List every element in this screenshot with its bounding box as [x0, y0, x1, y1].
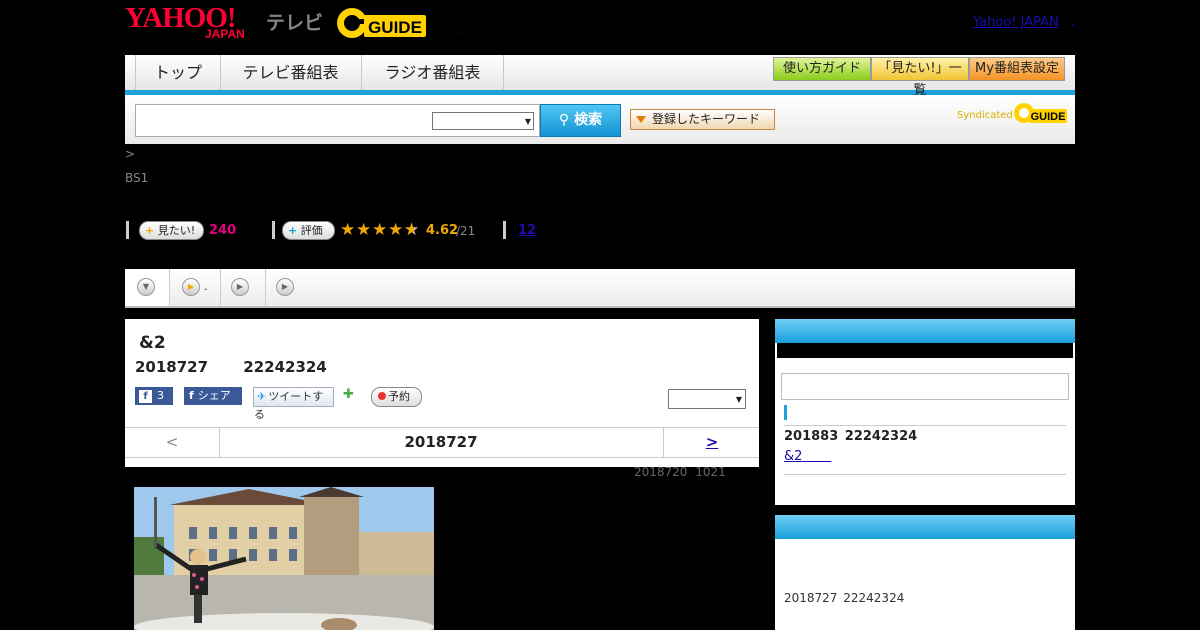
guide-button[interactable]: 使い方ガイド	[773, 57, 871, 81]
plus-icon: +	[145, 224, 155, 237]
want-button-label: 見たい!	[157, 224, 196, 237]
chevron-down-icon: ▼	[524, 117, 531, 126]
search-button[interactable]: ⚲ 検索	[540, 104, 621, 137]
header-dot-right: .	[1071, 15, 1076, 30]
pager-current-date: 2018727	[404, 433, 478, 451]
tweet-button[interactable]: ✈ ツイートする	[253, 387, 334, 421]
divider	[784, 425, 1066, 426]
main-nav: トップ テレビ番組表 ラジオ番組表 使い方ガイド 「見たい!」一覧 My番組表設…	[125, 55, 1075, 98]
twitter-icon: ✈	[257, 390, 267, 403]
star-icon: ★	[372, 220, 388, 240]
sidebar-next-link-text: &2	[784, 449, 803, 464]
update-timestamp: 2018720 1021	[634, 465, 726, 479]
gguide-small-logo: GUIDE	[1014, 103, 1067, 123]
record-icon	[378, 392, 386, 400]
want-button[interactable]: + 見たい!	[139, 221, 204, 240]
add-calendar-icon[interactable]: ✚	[343, 387, 359, 405]
breadcrumb: >	[125, 147, 136, 161]
saved-keywords-button[interactable]: 登録したキーワード	[630, 109, 775, 130]
program-card: &2 2018727 22242324 f3 f シェア ✈ ツイートする ✚ 予約…	[125, 319, 759, 467]
search-category-select[interactable]: ▼	[432, 112, 534, 130]
nav-tab-radio-listings[interactable]: ラジオ番組表	[362, 55, 504, 90]
program-photo[interactable]	[134, 487, 434, 630]
nav-tab-tv-listings[interactable]: テレビ番組表	[220, 55, 362, 90]
review-count-link[interactable]: 12	[518, 223, 536, 238]
rating-count: /21	[456, 224, 476, 238]
svg-text:GUIDE: GUIDE	[1031, 111, 1066, 123]
facebook-share-label: シェア	[197, 389, 231, 402]
my-listings-button[interactable]: My番組表設定	[969, 57, 1065, 81]
divider	[272, 221, 275, 239]
triangle-down-icon	[636, 116, 646, 123]
yahoo-japan-link[interactable]: Yahoo! JAPAN	[973, 15, 1059, 30]
star-half-fill: ★	[404, 221, 414, 239]
program-datetime: 2018727 22242324	[135, 358, 327, 376]
rate-button[interactable]: + 評価	[282, 221, 335, 240]
facebook-like-button[interactable]: f3	[135, 387, 173, 405]
star-icon: ★	[388, 220, 404, 240]
pager-next-link[interactable]: >	[663, 428, 760, 457]
plus-icon: +	[288, 224, 298, 237]
play-icon: ▶	[231, 278, 249, 296]
rate-button-label: 評価	[300, 224, 323, 237]
sidebar-panel-title-bar	[777, 343, 1073, 358]
search-area: ▼ ⚲ 検索 登録したキーワード Syndicated GUIDE	[125, 95, 1075, 144]
tab-second-label: .	[204, 280, 208, 293]
divider	[503, 221, 506, 239]
tab-second[interactable]: ▶ .	[170, 269, 221, 306]
play-icon: ▶	[182, 278, 200, 296]
sidebar-panel-header	[775, 515, 1075, 539]
tab-details[interactable]: ▼	[125, 269, 170, 306]
tab-fourth[interactable]: ▶	[266, 269, 310, 306]
svg-text:GUIDE: GUIDE	[368, 18, 422, 37]
section-marker	[784, 405, 787, 420]
header-dot: .	[460, 22, 464, 36]
date-pager: < 2018727 >	[125, 427, 759, 458]
chevron-down-icon: ▼	[137, 278, 155, 296]
rating-value: 4.62	[426, 223, 459, 238]
tv-logo-text[interactable]: テレビ	[266, 8, 323, 35]
syndicated-label: Syndicated	[957, 110, 1013, 121]
recorder-select[interactable]: ▼	[668, 389, 746, 409]
reserve-label: 予約	[388, 390, 410, 403]
nav-tab-top[interactable]: トップ	[135, 55, 221, 90]
yahoo-japan-logo-text: JAPAN	[205, 27, 245, 41]
sidebar-next-panel: 201883 22242324 &2	[775, 319, 1075, 505]
facebook-share-button[interactable]: f シェア	[184, 387, 242, 405]
sidebar-panel-header	[775, 319, 1075, 343]
tab-third[interactable]: ▶	[221, 269, 266, 306]
sidebar-prev-date: 2018727 22242324	[784, 591, 905, 605]
reserve-button[interactable]: 予約	[371, 387, 422, 407]
facebook-icon: f	[189, 389, 194, 402]
divider	[784, 474, 1066, 475]
search-button-label: 検索	[574, 112, 603, 128]
star-icon: ★	[340, 220, 356, 240]
program-title: &2	[139, 333, 166, 353]
saved-keywords-label: 登録したキーワード	[652, 112, 761, 126]
facebook-like-count: 3	[157, 389, 164, 402]
want-list-button[interactable]: 「見たい!」一覧	[871, 57, 969, 98]
play-icon: ▶	[276, 278, 294, 296]
chevron-down-icon: ▼	[735, 395, 742, 404]
search-icon: ⚲	[558, 112, 570, 128]
sidebar-next-link[interactable]: &2	[784, 449, 831, 464]
want-count: 240	[209, 223, 237, 238]
sidebar-prev-panel: 2018727 22242324	[775, 515, 1075, 630]
channel-name: BS1	[125, 171, 149, 185]
star-icon: ★	[356, 220, 372, 240]
program-tabs: ▼ ▶ . ▶ ▶	[125, 269, 1075, 308]
sidebar-next-date: 201883 22242324	[784, 429, 918, 444]
facebook-icon: f	[139, 390, 152, 403]
gguide-logo[interactable]: GUIDE	[334, 6, 430, 40]
pager-prev-link[interactable]: <	[125, 428, 220, 457]
divider	[126, 221, 129, 239]
sidebar-input[interactable]	[781, 373, 1069, 400]
